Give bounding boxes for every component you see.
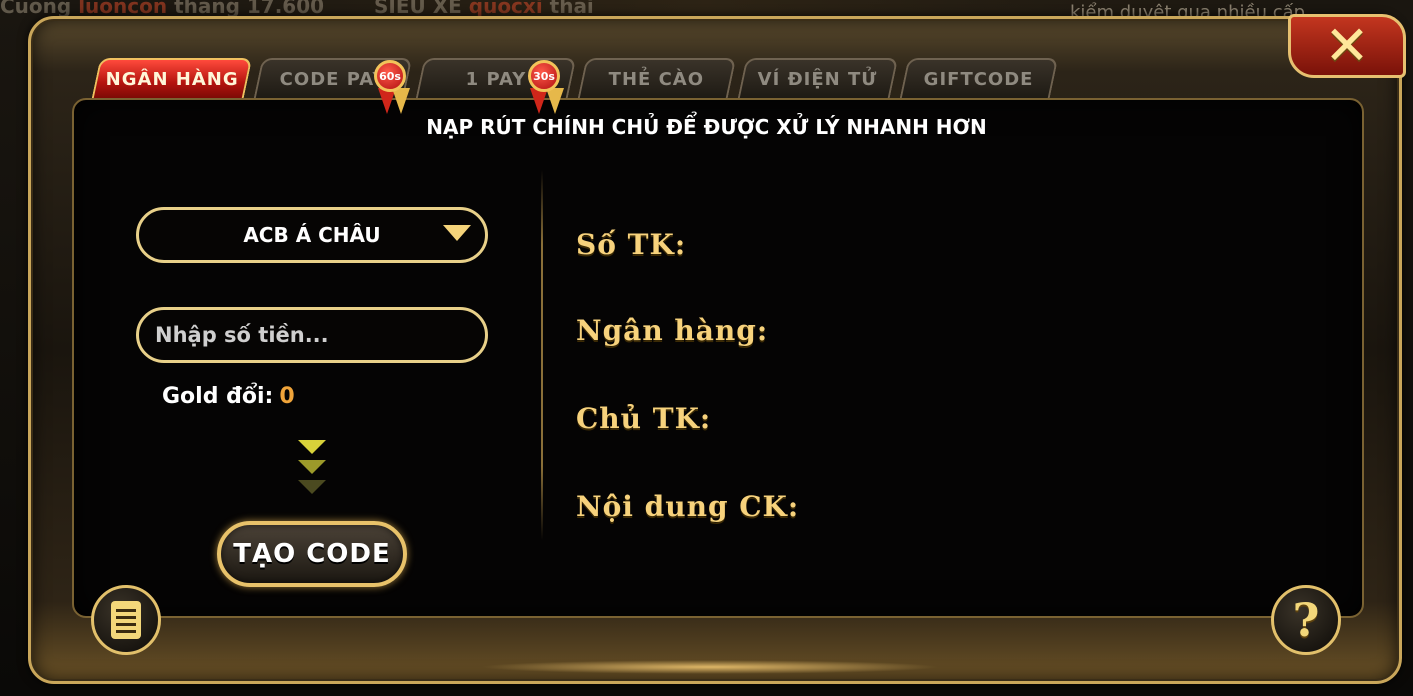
gold-exchange: Gold đổi: 0 xyxy=(162,384,295,409)
chevron-down-icon xyxy=(298,440,326,456)
close-button[interactable]: ✕ xyxy=(1288,14,1406,78)
transfer-content-label: Nội dung CK: xyxy=(576,490,800,523)
gold-label: Gold đổi: xyxy=(162,384,274,409)
gold-value: 0 xyxy=(279,384,295,409)
account-number-label: Số TK: xyxy=(576,228,687,261)
tab-giftcode[interactable]: GIFTCODE xyxy=(899,58,1059,98)
page-title: NẠP RÚT CHÍNH CHỦ ĐỂ ĐƯỢC XỬ LÝ NHANH HƠ… xyxy=(426,115,987,139)
chevron-down-icon xyxy=(298,480,326,496)
column-divider xyxy=(541,170,543,540)
bank-select-value: ACB Á CHÂU xyxy=(243,223,381,247)
ribbon-icon xyxy=(392,88,410,114)
close-icon: ✕ xyxy=(1324,14,1370,77)
document-icon xyxy=(111,601,141,639)
tab-the-cao[interactable]: THẺ CÀO xyxy=(577,58,737,98)
ribbon-icon xyxy=(546,88,564,114)
tab-ngan-hang[interactable]: NGÂN HÀNG xyxy=(91,58,253,98)
frame-glow xyxy=(480,660,940,674)
question-icon: ? xyxy=(1292,593,1320,647)
caret-down-icon xyxy=(443,225,471,241)
help-button[interactable]: ? xyxy=(1271,585,1341,655)
timer-badge-30s: 30s xyxy=(528,60,560,92)
chevron-down-icon xyxy=(298,460,326,476)
history-button[interactable] xyxy=(91,585,161,655)
account-owner-label: Chủ TK: xyxy=(576,402,712,435)
create-code-button[interactable]: TẠO CODE xyxy=(217,521,407,587)
bank-name-label: Ngân hàng: xyxy=(576,314,769,347)
amount-input[interactable] xyxy=(136,307,488,363)
timer-badge-60s: 60s xyxy=(374,60,406,92)
bank-select[interactable]: ACB Á CHÂU xyxy=(136,207,488,263)
tab-vi-dien-tu[interactable]: VÍ ĐIỆN TỬ xyxy=(737,58,899,98)
